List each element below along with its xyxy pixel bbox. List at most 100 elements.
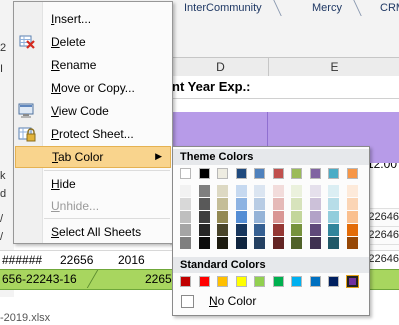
theme-color-swatch[interactable] — [235, 168, 247, 179]
theme-color-swatch[interactable] — [272, 168, 284, 179]
menu-item-tab-color[interactable]: Tab Color ▶ — [15, 146, 171, 168]
theme-shade-swatch[interactable] — [180, 198, 191, 210]
theme-shade-swatch[interactable] — [309, 237, 321, 249]
view-code-icon — [18, 102, 36, 120]
theme-shade-swatch[interactable] — [328, 198, 339, 210]
cell-account-code[interactable]: 656-22243-16 — [2, 272, 77, 286]
theme-shade-swatch[interactable] — [198, 237, 210, 249]
theme-shade-swatch[interactable] — [309, 198, 321, 210]
sheet-tab-intercommunity[interactable]: InterCommunity — [172, 0, 274, 16]
menu-item-unhide: Unhide... — [14, 195, 172, 217]
theme-shade-swatch[interactable] — [291, 211, 302, 223]
theme-shade-swatch[interactable] — [328, 211, 339, 223]
theme-shade-swatch[interactable] — [272, 198, 284, 210]
theme-shade-swatch[interactable] — [180, 224, 191, 236]
sheet-tab-mercy[interactable]: Mercy — [300, 0, 354, 16]
theme-shade-swatch[interactable] — [291, 198, 302, 210]
column-header-e[interactable]: E — [268, 57, 399, 77]
standard-color-swatch[interactable] — [328, 276, 339, 287]
menu-item-rename[interactable]: Rename — [14, 54, 172, 76]
theme-shade-swatch[interactable] — [254, 198, 265, 210]
theme-shade-swatch[interactable] — [198, 185, 210, 197]
menu-item-label: View Code — [51, 104, 109, 118]
menu-item-view-code[interactable]: View Code — [14, 100, 172, 122]
theme-shade-swatch[interactable] — [254, 237, 265, 249]
theme-shade-swatch[interactable] — [328, 237, 339, 249]
column-header-d[interactable]: D — [172, 57, 269, 77]
protect-sheet-icon — [18, 125, 36, 143]
theme-color-swatch[interactable] — [254, 168, 265, 179]
theme-shade-swatch[interactable] — [235, 185, 247, 197]
standard-color-swatch[interactable] — [198, 276, 210, 287]
standard-color-swatch[interactable] — [272, 276, 284, 287]
theme-shade-swatch[interactable] — [180, 211, 191, 223]
standard-color-swatch[interactable] — [309, 276, 321, 287]
theme-shade-swatch[interactable] — [235, 237, 247, 249]
theme-shade-swatch[interactable] — [180, 185, 191, 197]
menu-item-insert[interactable]: Insert... — [14, 8, 172, 30]
theme-shade-swatch[interactable] — [254, 185, 265, 197]
theme-color-swatch[interactable] — [346, 168, 358, 179]
theme-color-swatch[interactable] — [328, 168, 339, 179]
cell-number[interactable]: 22646 — [368, 229, 399, 241]
theme-shade-swatch[interactable] — [198, 211, 210, 223]
menu-item-label: Insert... — [51, 12, 92, 26]
cell-number[interactable]: 22646 — [368, 253, 399, 265]
theme-shade-swatch[interactable] — [309, 211, 321, 223]
cell-year[interactable]: 2016 — [118, 253, 145, 267]
menu-item-protect-sheet[interactable]: Protect Sheet... — [14, 123, 172, 145]
overflow-cell[interactable]: ###### — [2, 253, 42, 267]
sheet-tab-crm[interactable]: CRM — [368, 0, 399, 16]
theme-shade-swatch[interactable] — [291, 224, 302, 236]
menu-item-select-all-sheets[interactable]: Select All Sheets — [14, 221, 172, 243]
standard-color-swatch[interactable] — [254, 276, 265, 287]
theme-shade-swatch[interactable] — [272, 237, 284, 249]
theme-color-swatch[interactable] — [291, 168, 302, 179]
theme-color-swatch[interactable] — [180, 168, 191, 179]
standard-color-swatch[interactable] — [291, 276, 302, 287]
standard-color-swatch[interactable] — [217, 276, 228, 287]
theme-shade-swatch[interactable] — [272, 211, 284, 223]
no-color-option[interactable]: No Color — [174, 291, 367, 311]
theme-shade-swatch[interactable] — [254, 224, 265, 236]
theme-shade-swatch[interactable] — [291, 185, 302, 197]
theme-shade-swatch[interactable] — [254, 211, 265, 223]
theme-shade-swatch[interactable] — [309, 185, 321, 197]
theme-color-swatch[interactable] — [309, 168, 321, 179]
theme-shade-swatch[interactable] — [328, 185, 339, 197]
theme-shade-swatch[interactable] — [198, 224, 210, 236]
theme-shade-swatch[interactable] — [217, 185, 228, 197]
menu-item-move-or-copy[interactable]: Move or Copy... — [14, 77, 172, 99]
theme-shade-swatch[interactable] — [217, 211, 228, 223]
theme-shade-swatch[interactable] — [235, 211, 247, 223]
standard-color-swatch[interactable] — [235, 276, 247, 287]
cell-number[interactable]: 22646 — [368, 211, 399, 223]
theme-shade-swatch[interactable] — [272, 185, 284, 197]
theme-shade-swatch[interactable] — [180, 237, 191, 249]
theme-shade-swatch[interactable] — [328, 224, 339, 236]
theme-shade-swatch[interactable] — [346, 198, 358, 210]
current-year-label[interactable]: nt Year Exp.: — [172, 79, 251, 94]
theme-shade-swatch[interactable] — [291, 237, 302, 249]
menu-item-label: Delete — [51, 35, 86, 49]
standard-color-swatch[interactable] — [345, 275, 359, 288]
theme-color-swatch[interactable] — [198, 168, 210, 179]
theme-color-swatch[interactable] — [217, 168, 228, 179]
theme-shade-swatch[interactable] — [217, 237, 228, 249]
theme-shade-swatch[interactable] — [346, 211, 358, 223]
menu-item-delete[interactable]: Delete — [14, 31, 172, 53]
menu-item-hide[interactable]: Hide — [14, 173, 172, 195]
theme-shade-swatch[interactable] — [309, 224, 321, 236]
tab-color-submenu: Theme Colors Standard Colors No Color — [172, 146, 370, 316]
theme-shade-swatch[interactable] — [235, 198, 247, 210]
theme-shade-swatch[interactable] — [272, 224, 284, 236]
theme-shade-swatch[interactable] — [235, 224, 247, 236]
theme-shade-swatch[interactable] — [346, 224, 358, 236]
theme-shade-swatch[interactable] — [217, 224, 228, 236]
theme-shade-swatch[interactable] — [346, 237, 358, 249]
theme-shade-swatch[interactable] — [198, 198, 210, 210]
standard-color-swatch[interactable] — [180, 276, 191, 287]
theme-shade-swatch[interactable] — [217, 198, 228, 210]
cell-number[interactable]: 22656 — [60, 253, 93, 267]
theme-shade-swatch[interactable] — [346, 185, 358, 197]
